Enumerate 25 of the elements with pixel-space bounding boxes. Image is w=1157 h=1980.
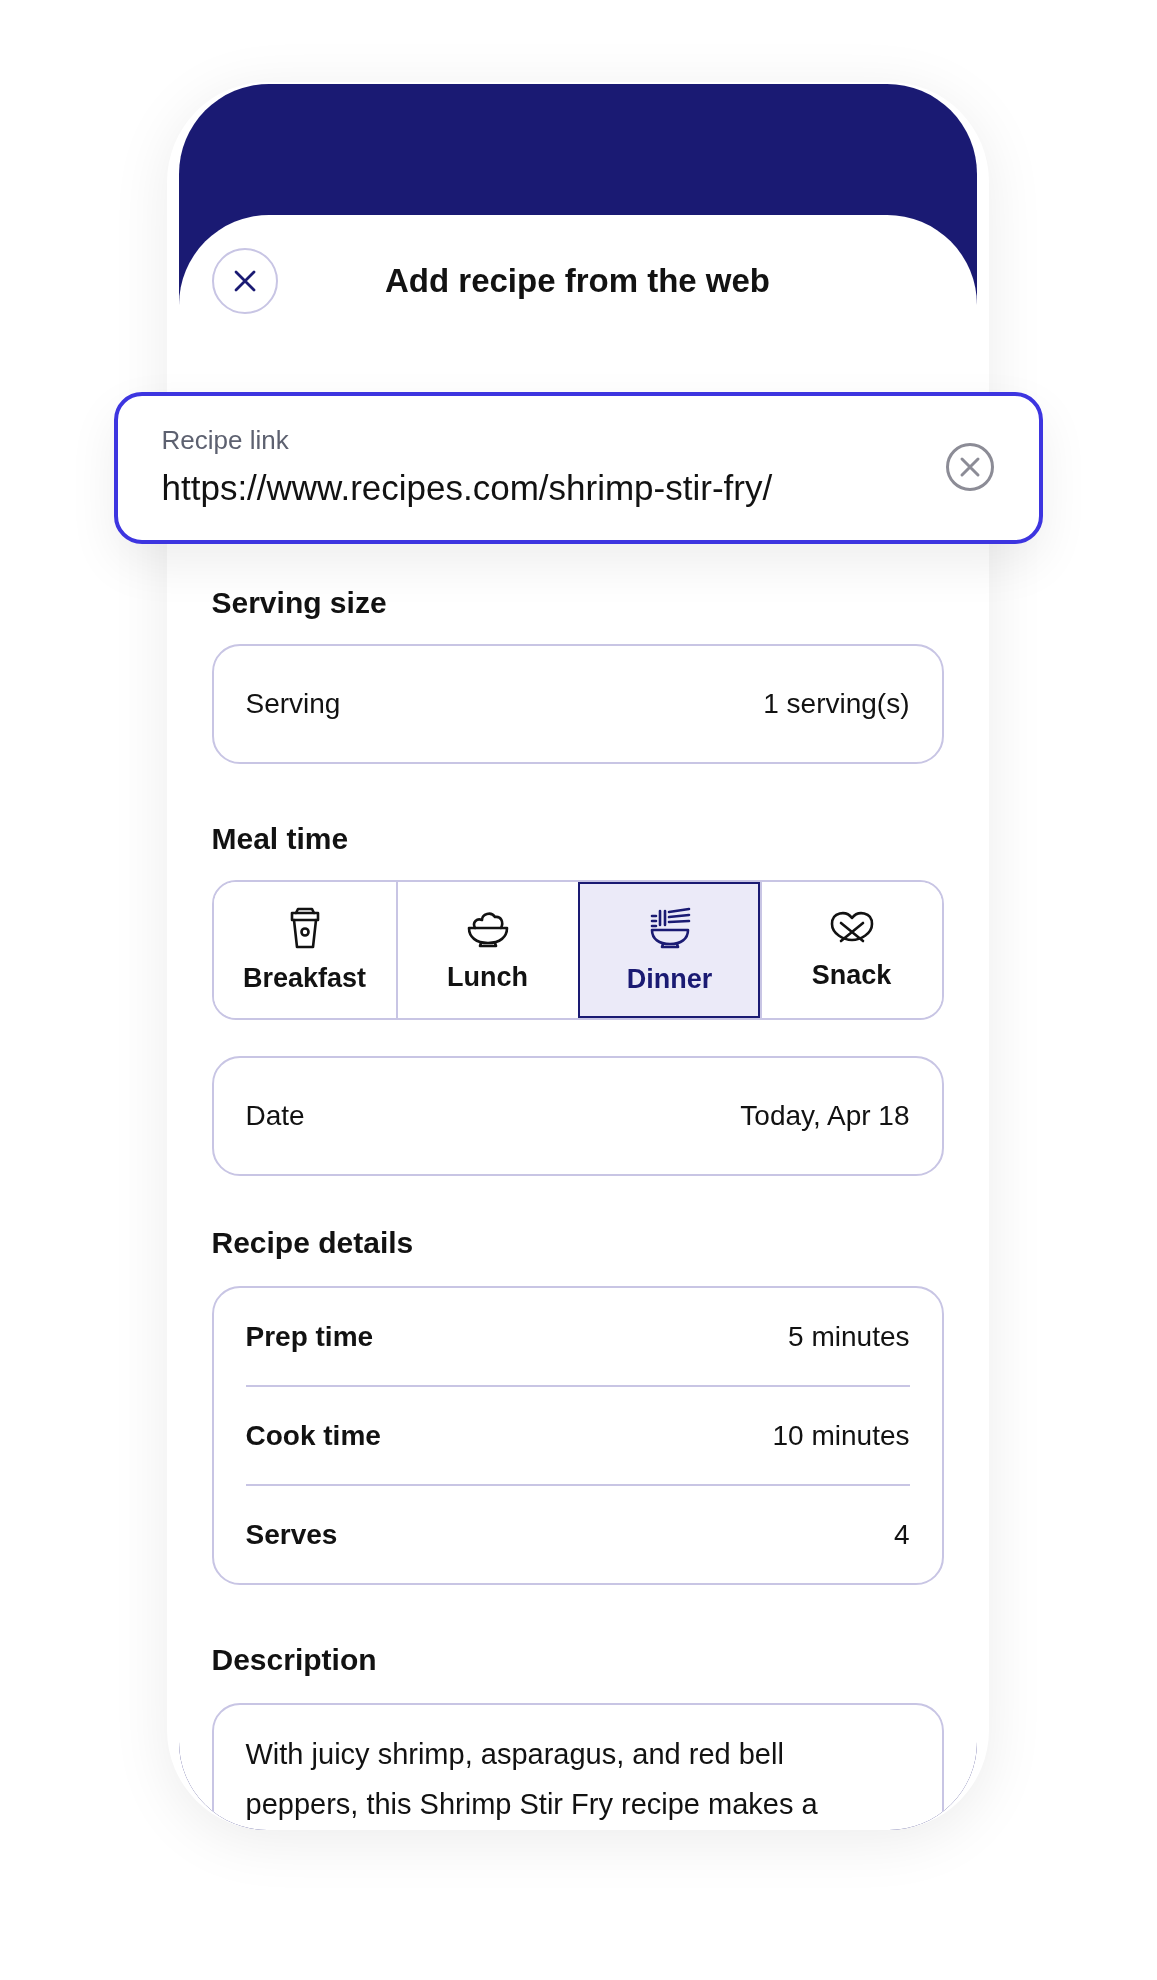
recipe-link-field[interactable]: Recipe link https://www.recipes.com/shrimp-stir-fry/ (113, 392, 1043, 544)
field-value: https://www.recipes.com/shrimp-stir-fry/ (161, 467, 774, 509)
description-text: With juicy shrimp, asparagus, and red bell peppers, this Shrimp Stir Fry recipe makes a (245, 1737, 819, 1822)
serving-label: Serving (245, 688, 341, 720)
dialog-title: Add recipe from the web (383, 262, 772, 300)
field-label: Recipe link (161, 424, 290, 456)
detail-value: 5 minutes (788, 1320, 910, 1353)
date-label: Date (245, 1100, 305, 1132)
detail-label: Cook time (245, 1419, 381, 1452)
section-heading: Description (211, 1642, 377, 1678)
close-icon (233, 270, 256, 292)
detail-label: Prep time (245, 1320, 374, 1353)
section-heading: Recipe details (211, 1225, 414, 1261)
clear-icon[interactable] (944, 442, 995, 492)
serving-value: 1 serving(s) (763, 688, 910, 720)
serving-selector[interactable]: Serving 1 serving(s) (211, 644, 944, 764)
meal-option[interactable]: Dinner (577, 882, 760, 1018)
section-heading: Meal time (211, 821, 349, 857)
date-value: Today, Apr 18 (740, 1100, 910, 1132)
detail-value: 4 (893, 1518, 910, 1551)
date-selector[interactable]: Date Today, Apr 18 (211, 1056, 944, 1176)
detail-label: Serves (245, 1518, 338, 1551)
meal-option[interactable]: Snack (759, 882, 942, 1018)
detail-value: 10 minutes (772, 1419, 910, 1452)
section-heading: Serving size (211, 585, 387, 621)
